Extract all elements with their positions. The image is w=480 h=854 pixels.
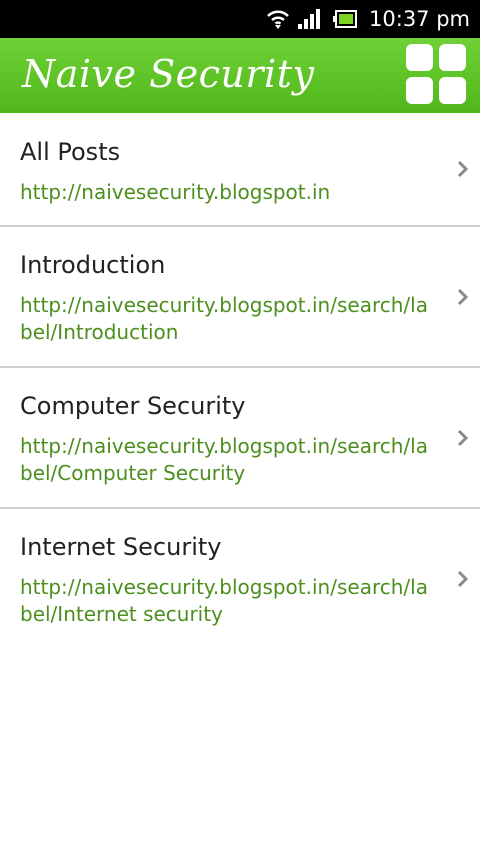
grid-icon-cell <box>406 77 433 104</box>
item-url: http://naivesecurity.blogspot.in/search/… <box>20 293 428 344</box>
chevron-right-icon <box>457 429 469 447</box>
item-title: Internet Security <box>20 533 222 561</box>
chevron-right-icon <box>457 570 469 588</box>
app-header: Naive Security <box>0 38 480 113</box>
list-item-all-posts[interactable]: All Posts http://naivesecurity.blogspot.… <box>0 113 480 227</box>
item-url: http://naivesecurity.blogspot.in <box>20 180 331 204</box>
chevron-right-icon <box>457 160 469 178</box>
status-bar: 10:37 pm <box>0 0 480 38</box>
app-title: Naive Security <box>22 52 315 96</box>
grid-icon <box>406 44 433 71</box>
grid-icon-cell <box>439 77 466 104</box>
post-list: All Posts http://naivesecurity.blogspot.… <box>0 113 480 650</box>
item-title: Computer Security <box>20 392 246 420</box>
status-time: 10:37 pm <box>369 7 470 31</box>
battery-icon <box>333 10 357 28</box>
chevron-right-icon <box>457 288 469 306</box>
list-item-introduction[interactable]: Introduction http://naivesecurity.blogsp… <box>0 227 480 368</box>
item-url: http://naivesecurity.blogspot.in/search/… <box>20 575 428 626</box>
wifi-icon <box>267 10 289 29</box>
signal-icon <box>298 9 320 29</box>
list-item-computer-security[interactable]: Computer Security http://naivesecurity.b… <box>0 368 480 509</box>
item-title: Introduction <box>20 251 166 279</box>
item-url: http://naivesecurity.blogspot.in/search/… <box>20 434 428 485</box>
item-title: All Posts <box>20 138 121 166</box>
grid-icon-cell <box>439 44 466 71</box>
list-item-internet-security[interactable]: Internet Security http://naivesecurity.b… <box>0 509 480 650</box>
grid-menu-button[interactable] <box>406 44 468 106</box>
